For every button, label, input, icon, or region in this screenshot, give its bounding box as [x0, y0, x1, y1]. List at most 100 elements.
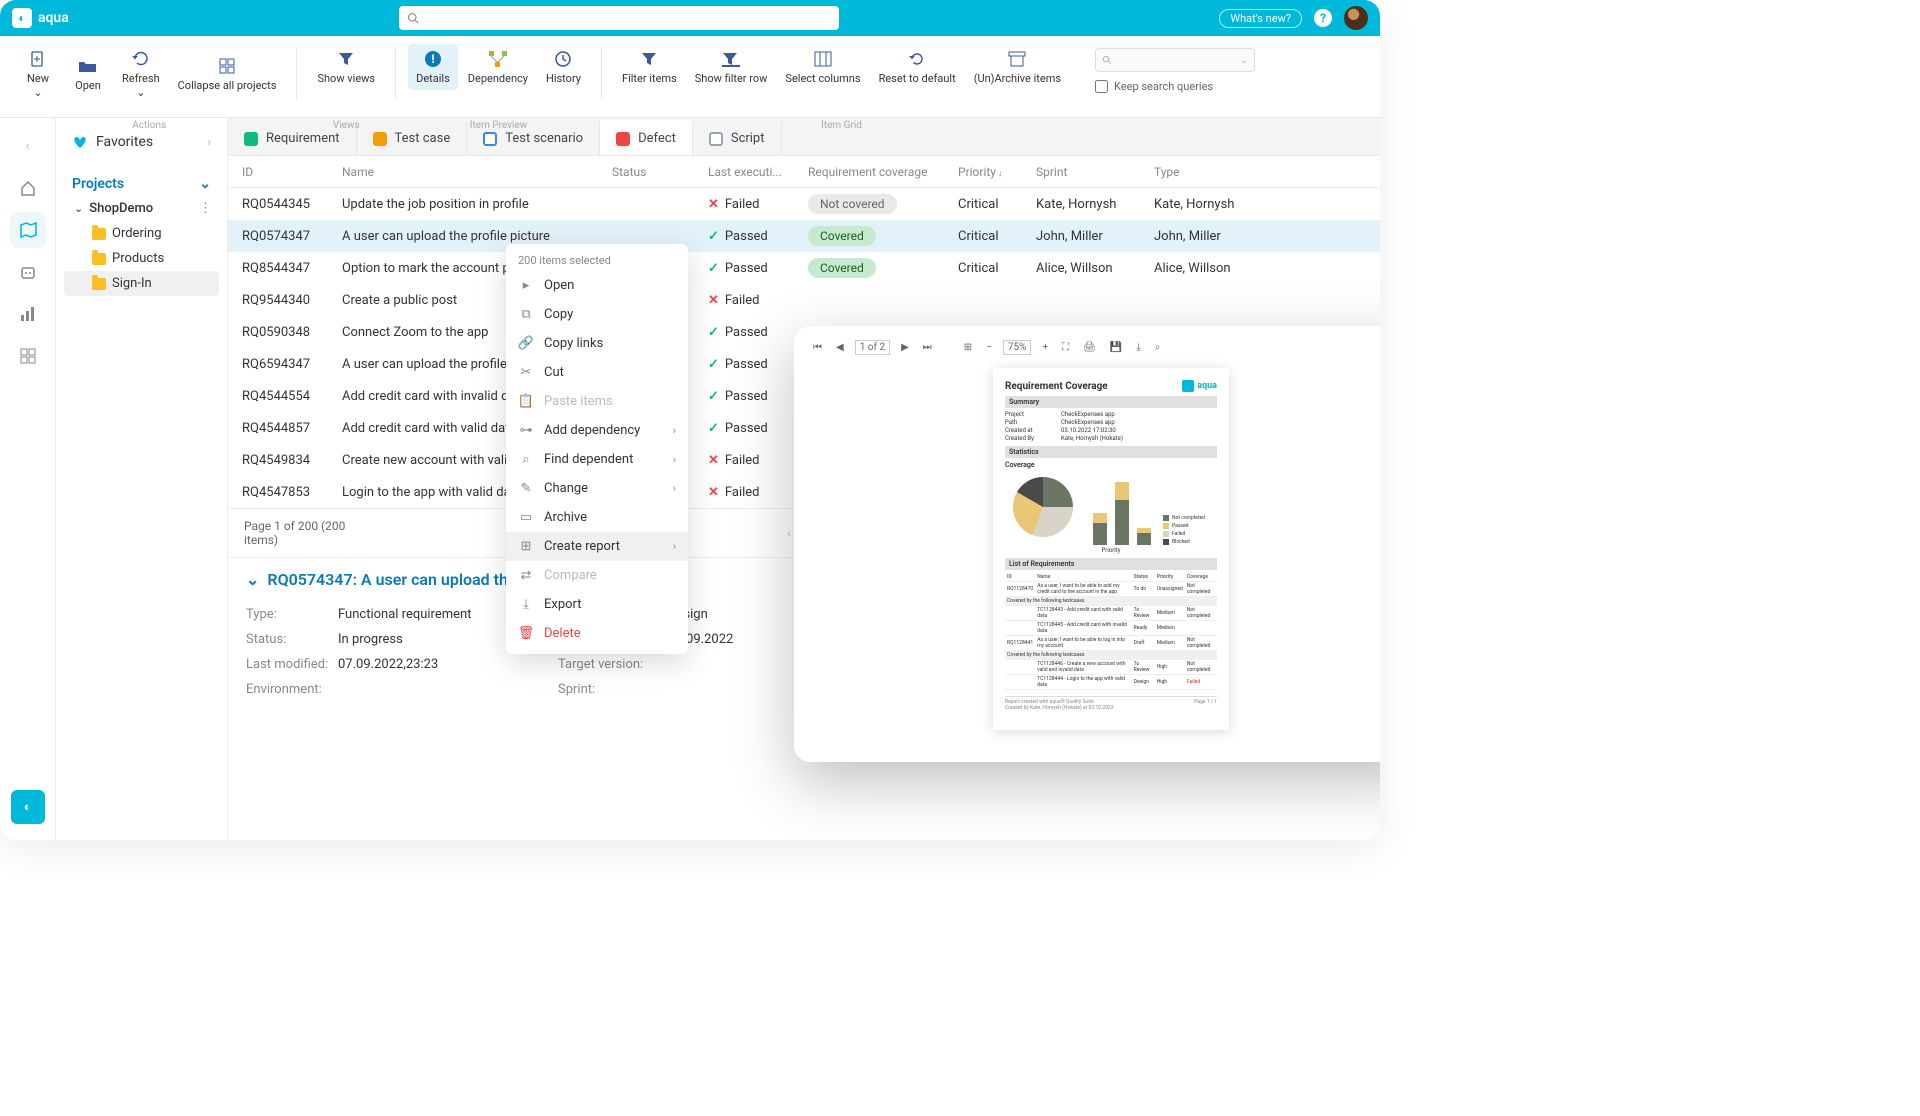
pdf-fit-icon[interactable]: ⛶: [1059, 340, 1072, 355]
column-coverage[interactable]: Requirement coverage: [802, 165, 952, 179]
archive-items-button[interactable]: (Un)Archive items: [966, 44, 1069, 90]
reset-default-button[interactable]: Reset to default: [871, 44, 964, 90]
global-search-input[interactable]: [399, 6, 839, 30]
preview-target-label: Target version:: [558, 657, 668, 672]
report-coverage-label: Coverage: [1005, 461, 1217, 469]
column-type[interactable]: Type: [1148, 165, 1266, 179]
column-id[interactable]: ID: [236, 165, 336, 179]
filter-row-icon: [722, 51, 740, 67]
ctx-change[interactable]: ✎Change›: [506, 474, 688, 503]
tab-testcase[interactable]: Test case: [357, 122, 468, 155]
pdf-save-icon[interactable]: 💾: [1107, 340, 1125, 355]
table-row[interactable]: RQ0574347A user can upload the profile p…: [228, 220, 1380, 252]
refresh-button[interactable]: Refresh ⌄: [114, 44, 168, 105]
whats-new-button[interactable]: What's new?: [1219, 9, 1302, 28]
report-icon: ⊞: [518, 539, 534, 554]
pdf-prev-page[interactable]: ◀: [833, 340, 847, 355]
details-button[interactable]: !Details: [408, 44, 458, 90]
tab-script[interactable]: Script: [693, 122, 782, 155]
ribbon-group-views-label: Views: [333, 120, 360, 131]
new-button[interactable]: New ⌄: [14, 44, 62, 105]
map-icon[interactable]: [10, 212, 46, 248]
script-badge-icon: [709, 132, 723, 146]
history-button[interactable]: History: [538, 44, 589, 90]
dependency-button[interactable]: Dependency: [460, 44, 536, 90]
select-columns-button[interactable]: Select columns: [777, 44, 868, 90]
column-sprint[interactable]: Sprint: [1030, 165, 1148, 179]
chevron-right-icon: ›: [207, 135, 211, 150]
favorites-header[interactable]: Favorites ›: [64, 130, 219, 154]
home-icon[interactable]: [10, 170, 46, 206]
table-row[interactable]: RQ0544345Update the job position in prof…: [228, 188, 1380, 220]
pdf-export-icon[interactable]: ⤓: [1133, 340, 1143, 355]
report-title: Requirement Coverage: [1005, 381, 1108, 392]
dependency-icon: ⊶: [518, 423, 534, 438]
left-rail: ‹ ◐: [0, 118, 56, 840]
column-status[interactable]: Status: [606, 165, 702, 179]
folder-signin[interactable]: Sign-In: [64, 271, 219, 296]
ctx-find-dependent[interactable]: ⌕Find dependent›: [506, 445, 688, 474]
ctx-open[interactable]: ▸Open: [506, 271, 688, 300]
brand-badge[interactable]: ◐: [11, 790, 45, 824]
file-plus-icon: [29, 50, 47, 68]
ctx-export[interactable]: ⤓Export: [506, 590, 688, 619]
pdf-zoom-in[interactable]: +: [1039, 340, 1051, 355]
folder-icon: [92, 228, 106, 240]
ctx-copy-links[interactable]: 🔗Copy links: [506, 329, 688, 358]
compare-icon: ⇄: [518, 568, 534, 583]
pager-prev[interactable]: ‹: [787, 526, 791, 540]
ribbon-group-grid-label: Item Grid: [821, 120, 862, 131]
pdf-next-page[interactable]: ▶: [898, 340, 912, 355]
brand-logo[interactable]: ◐ aqua: [12, 8, 69, 28]
pdf-first-page[interactable]: ⏮: [810, 340, 825, 355]
collapse-sidebar-button[interactable]: ‹: [10, 128, 46, 164]
apps-icon[interactable]: [10, 338, 46, 374]
pdf-layout-icon[interactable]: ⊞: [961, 340, 975, 355]
grid-search-input[interactable]: ⌄: [1095, 48, 1255, 72]
pdf-last-page[interactable]: ⏭: [920, 340, 935, 355]
user-avatar[interactable]: [1344, 6, 1368, 30]
pdf-zoom-value[interactable]: 75%: [1003, 340, 1032, 355]
pdf-print-icon[interactable]: 🖨: [1080, 340, 1099, 355]
ctx-delete[interactable]: 🗑Delete: [506, 619, 688, 648]
folder-ordering[interactable]: Ordering: [64, 221, 219, 246]
column-last-exec[interactable]: Last executi...: [702, 165, 802, 179]
chevron-right-icon: ›: [673, 482, 676, 495]
info-icon: !: [424, 50, 442, 68]
filter-items-button[interactable]: Filter items: [614, 44, 685, 90]
ctx-create-report[interactable]: ⊞Create report›: [506, 532, 688, 561]
copy-icon: ⧉: [518, 307, 534, 322]
chevron-right-icon: ›: [673, 540, 676, 553]
brand-text: aqua: [38, 10, 69, 26]
projects-header[interactable]: Projects⌄: [64, 172, 219, 196]
ctx-copy[interactable]: ⧉Copy: [506, 300, 688, 329]
show-filter-row-button[interactable]: Show filter row: [687, 44, 776, 90]
show-views-button[interactable]: Show views: [309, 44, 383, 90]
analytics-icon[interactable]: [10, 296, 46, 332]
column-name[interactable]: Name: [336, 165, 606, 179]
pdf-search-icon[interactable]: ⌕: [1152, 340, 1164, 355]
ctx-archive[interactable]: ▭Archive: [506, 503, 688, 532]
tab-defect[interactable]: Defect: [600, 120, 693, 155]
heart-icon: [72, 135, 88, 149]
folder-products[interactable]: Products: [64, 246, 219, 271]
ctx-cut[interactable]: ✂Cut: [506, 358, 688, 387]
pdf-zoom-out[interactable]: −: [983, 340, 995, 355]
priority-bar-chart: [1093, 485, 1151, 545]
project-node-shopdemo[interactable]: ⌄ShopDemo⋮: [64, 196, 219, 221]
column-priority[interactable]: Priority↓: [952, 165, 1030, 179]
svg-text:!: !: [431, 52, 434, 66]
coverage-pie-chart: [1013, 477, 1073, 537]
help-icon[interactable]: ?: [1314, 9, 1332, 27]
table-row[interactable]: RQ9544340Create a public post✕Failed: [228, 284, 1380, 316]
open-button[interactable]: Open: [64, 44, 112, 105]
table-row[interactable]: RQ8544347Option to mark the account priv…: [228, 252, 1380, 284]
bot-icon[interactable]: [10, 254, 46, 290]
search-icon: [407, 12, 419, 24]
keep-queries-checkbox[interactable]: Keep search queries: [1095, 80, 1255, 93]
context-selection-count: 200 items selected: [506, 250, 688, 271]
collapse-all-button[interactable]: Collapse all projects: [170, 44, 285, 105]
open-icon: ▸: [518, 278, 534, 293]
ctx-add-dependency[interactable]: ⊶Add dependency›: [506, 416, 688, 445]
more-icon[interactable]: ⋮: [199, 201, 211, 216]
